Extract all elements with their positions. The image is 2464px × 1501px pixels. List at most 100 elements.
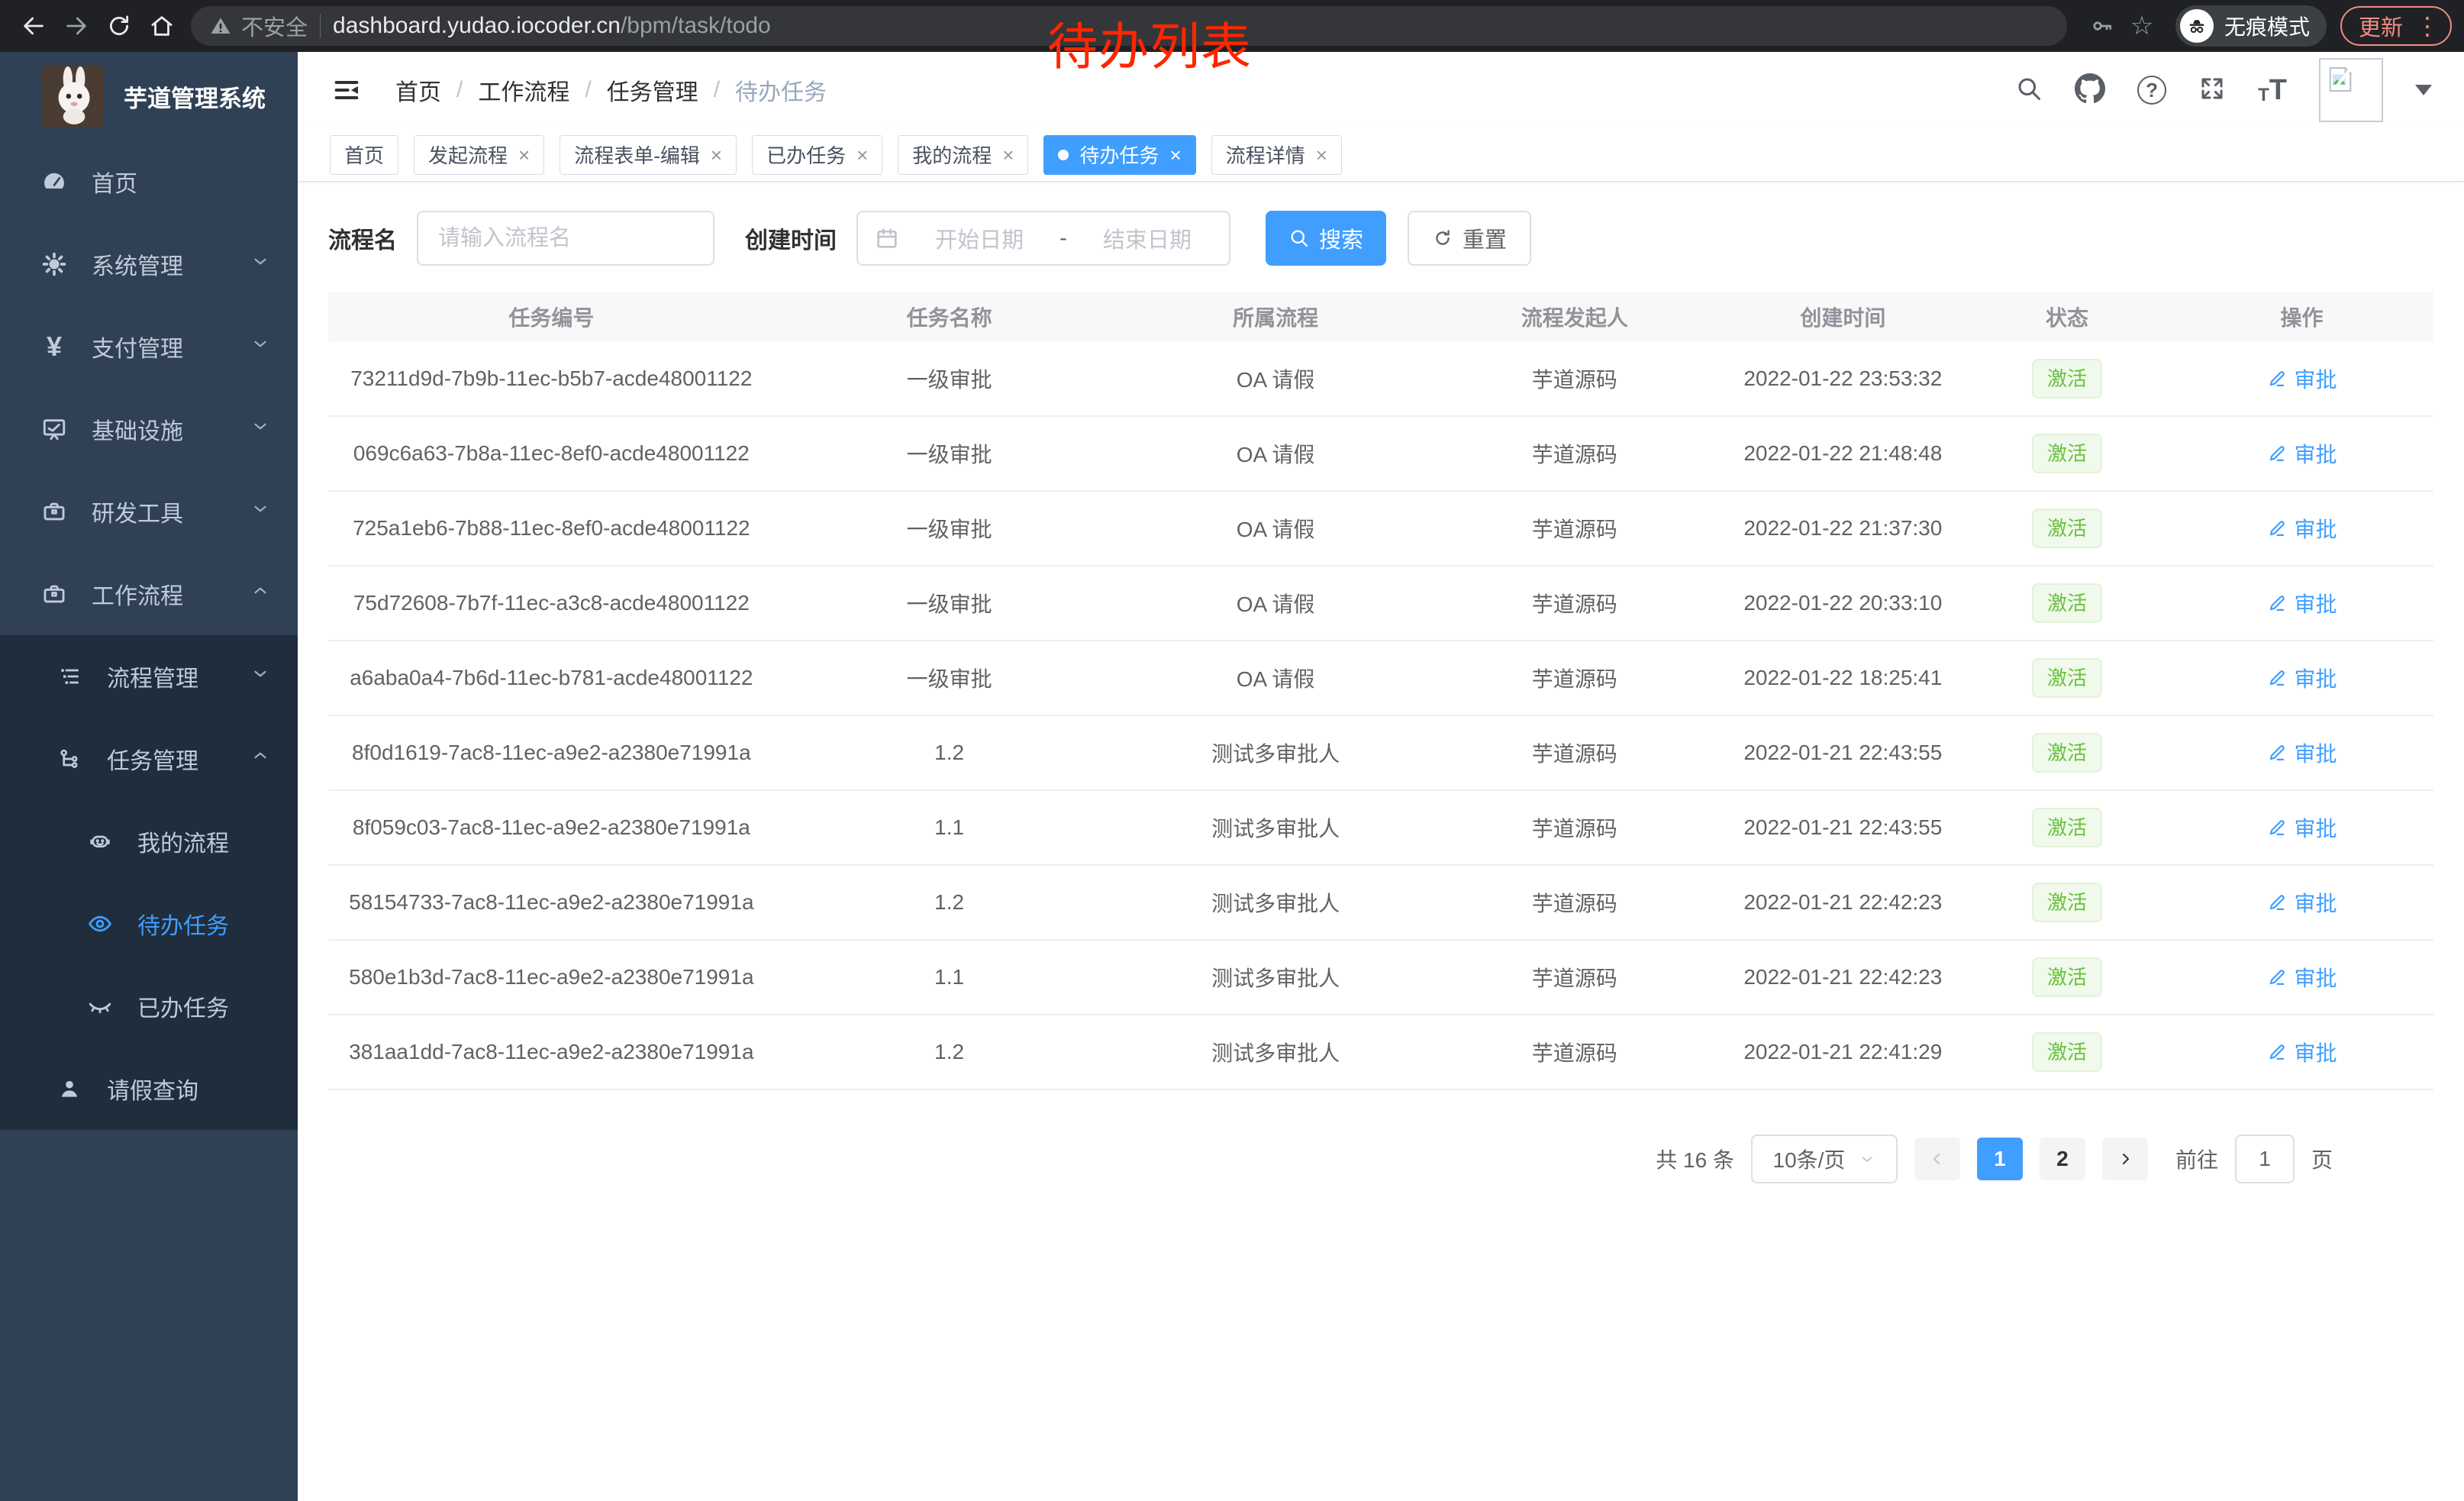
tab-todo-tasks[interactable]: 待办任务× <box>1043 135 1195 175</box>
logo-avatar <box>41 65 104 128</box>
approve-link[interactable]: 审批 <box>2267 513 2337 544</box>
sidebar-item-todo-tasks[interactable]: 待办任务 <box>0 883 298 965</box>
action-cell: 审批 <box>2170 363 2433 394</box>
broken-image-icon <box>2325 64 2356 95</box>
header-bar: 首页 / 工作流程 / 任务管理 / 待办任务 ? TT <box>298 52 2464 128</box>
approve-link[interactable]: 审批 <box>2267 812 2337 843</box>
process-name-input[interactable] <box>417 211 714 266</box>
browser-menu-icon[interactable]: ⋮ <box>2415 14 2440 38</box>
tab-my-process[interactable]: 我的流程× <box>898 135 1028 175</box>
help-icon[interactable]: ? <box>2137 76 2166 105</box>
table-row: a6aba0a4-7b6d-11ec-b781-acde48001122 一级审… <box>328 641 2433 716</box>
sidebar-item-process-mgmt[interactable]: 流程管理 <box>0 635 298 718</box>
tab-close-icon[interactable]: × <box>518 145 530 165</box>
approve-link[interactable]: 审批 <box>2267 1037 2337 1067</box>
tab-home[interactable]: 首页 <box>330 135 398 175</box>
tab-close-icon[interactable]: × <box>1170 145 1182 165</box>
prev-page-button[interactable] <box>1914 1138 1960 1180</box>
chevron-down-icon <box>1859 1151 1875 1167</box>
approve-link[interactable]: 审批 <box>2267 738 2337 768</box>
forward-button[interactable] <box>55 5 98 47</box>
approve-link[interactable]: 审批 <box>2267 438 2337 469</box>
action-cell: 审批 <box>2170 962 2433 993</box>
tab-process-detail[interactable]: 流程详情× <box>1211 135 1342 175</box>
status-cell: 激活 <box>1964 733 2170 773</box>
sidebar-item-label: 流程管理 <box>107 660 227 693</box>
tab-close-icon[interactable]: × <box>856 145 868 165</box>
update-button[interactable]: 更新 ⋮ <box>2340 6 2452 46</box>
filter-name-label: 流程名 <box>328 221 397 255</box>
fontsize-icon[interactable]: TT <box>2258 76 2287 105</box>
approve-label: 审批 <box>2295 812 2337 843</box>
workflow-submenu: 流程管理 任务管理 我的流程 待办任务 <box>0 635 298 1130</box>
sidebar-item-payment[interactable]: ¥ 支付管理 <box>0 305 298 388</box>
approve-label: 审批 <box>2295 887 2337 918</box>
sidebar-item-leave-query[interactable]: 请假查询 <box>0 1047 298 1130</box>
sidebar-item-home[interactable]: 首页 <box>0 140 298 223</box>
collapse-sidebar-button[interactable] <box>330 73 363 107</box>
tab-form-edit[interactable]: 流程表单-编辑× <box>560 135 737 175</box>
approve-label: 审批 <box>2295 738 2337 768</box>
created-cell: 2022-01-22 21:48:48 <box>1722 441 1964 466</box>
tab-start-process[interactable]: 发起流程× <box>414 135 544 175</box>
sidebar-item-system[interactable]: 系统管理 <box>0 223 298 305</box>
fullscreen-button[interactable] <box>2198 75 2226 106</box>
back-button[interactable] <box>12 5 55 47</box>
sidebar-item-infra[interactable]: 基础设施 <box>0 388 298 470</box>
key-icon <box>2090 14 2114 38</box>
breadcrumb-item-home[interactable]: 首页 <box>395 73 441 107</box>
approve-link[interactable]: 审批 <box>2267 363 2337 394</box>
tab-close-icon[interactable]: × <box>1002 145 1014 165</box>
approve-link[interactable]: 审批 <box>2267 962 2337 993</box>
approve-link[interactable]: 审批 <box>2267 887 2337 918</box>
reload-button[interactable] <box>98 5 140 47</box>
chevron-right-icon <box>2116 1150 2134 1168</box>
search-button[interactable]: 搜索 <box>1266 211 1386 266</box>
page-size-select[interactable]: 10条/页 <box>1751 1135 1898 1183</box>
bookmark-button[interactable]: ☆ <box>2122 6 2162 46</box>
status-badge: 激活 <box>2032 434 2102 474</box>
next-page-button[interactable] <box>2102 1138 2148 1180</box>
header-cell-status: 状态 <box>1964 302 2170 332</box>
sidebar-item-workflow[interactable]: 工作流程 <box>0 553 298 635</box>
goto-page-input[interactable] <box>2235 1135 2295 1183</box>
table-row: 8f059c03-7ac8-11ec-a9e2-a2380e71991a 1.1… <box>328 791 2433 866</box>
avatar[interactable] <box>2319 58 2383 122</box>
date-range-picker[interactable]: 开始日期 - 结束日期 <box>856 211 1230 266</box>
action-cell: 审批 <box>2170 438 2433 469</box>
chevron-down-icon <box>250 499 270 525</box>
incognito-label: 无痕模式 <box>2224 11 2310 41</box>
sidebar-item-label: 已办任务 <box>137 989 270 1023</box>
avatar-caret-icon[interactable] <box>2415 85 2432 95</box>
breadcrumb-item-workflow[interactable]: 工作流程 <box>478 73 569 107</box>
tab-close-icon[interactable]: × <box>711 145 722 165</box>
sidebar-item-done-tasks[interactable]: 已办任务 <box>0 965 298 1047</box>
security-chip[interactable]: 不安全 <box>209 10 308 42</box>
header-search-button[interactable] <box>2015 75 2043 106</box>
task-name-cell: 一级审批 <box>775 363 1124 394</box>
action-cell: 审批 <box>2170 513 2433 544</box>
starter-cell: 芋道源码 <box>1427 1037 1722 1067</box>
sidebar-item-devtools[interactable]: 研发工具 <box>0 470 298 553</box>
approve-link[interactable]: 审批 <box>2267 588 2337 618</box>
tab-done-tasks[interactable]: 已办任务× <box>752 135 882 175</box>
sidebar-item-my-process[interactable]: 我的流程 <box>0 800 298 883</box>
tab-close-icon[interactable]: × <box>1316 145 1327 165</box>
page-button-2[interactable]: 2 <box>2040 1138 2085 1180</box>
list-tree-icon <box>55 664 84 689</box>
sidebar-item-task-mgmt[interactable]: 任务管理 <box>0 718 298 800</box>
created-cell: 2022-01-22 20:33:10 <box>1722 591 1964 615</box>
task-id-cell: 8f059c03-7ac8-11ec-a9e2-a2380e71991a <box>328 815 775 840</box>
address-bar[interactable]: 不安全 dashboard.yudao.iocoder.cn/bpm/task/… <box>191 6 2067 46</box>
breadcrumb-item-task-mgmt[interactable]: 任务管理 <box>607 73 698 107</box>
task-name-cell: 一级审批 <box>775 588 1124 618</box>
page-button-1[interactable]: 1 <box>1977 1138 2023 1180</box>
table-row: 58154733-7ac8-11ec-a9e2-a2380e71991a 1.2… <box>328 866 2433 941</box>
home-icon <box>149 13 175 39</box>
home-button[interactable] <box>140 5 183 47</box>
approve-link[interactable]: 审批 <box>2267 663 2337 693</box>
task-id-cell: 725a1eb6-7b88-11ec-8ef0-acde48001122 <box>328 516 775 541</box>
password-key-button[interactable] <box>2082 6 2122 46</box>
github-link[interactable] <box>2075 73 2105 108</box>
reset-button[interactable]: 重置 <box>1408 211 1531 266</box>
